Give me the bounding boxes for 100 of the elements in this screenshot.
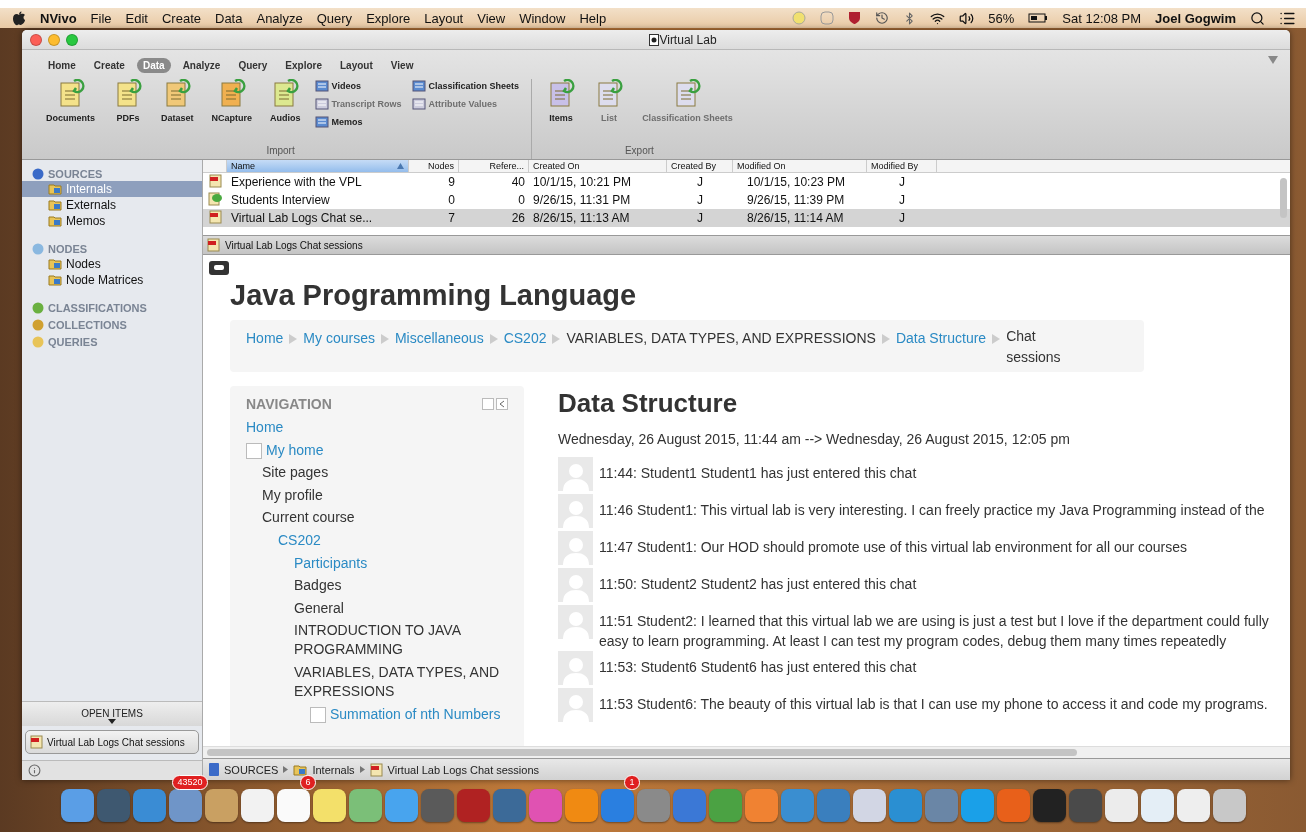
dock-app-icon[interactable]: [1032, 788, 1066, 822]
open-item-button[interactable]: Virtual Lab Logs Chat sessions: [25, 730, 199, 754]
dock-app-icon[interactable]: [204, 788, 238, 822]
ribbon-button[interactable]: PDFs: [109, 79, 147, 145]
dock-app-icon[interactable]: [1176, 788, 1210, 822]
menu-item[interactable]: View: [477, 10, 506, 26]
dock-app-icon[interactable]: [348, 788, 382, 822]
history-icon[interactable]: [875, 11, 890, 25]
volume-icon[interactable]: [959, 10, 975, 26]
nav-link[interactable]: Summation of nth Numbers: [330, 704, 501, 724]
column-header[interactable]: Created On: [529, 160, 667, 172]
zoom-button[interactable]: [66, 33, 78, 46]
dock-app-icon[interactable]: [276, 788, 310, 822]
folder-icon: [48, 258, 62, 270]
ribbon-tab[interactable]: Explore: [279, 58, 328, 73]
breadcrumb-link[interactable]: My courses: [303, 326, 375, 346]
dock-app-icon[interactable]: [240, 788, 274, 822]
menu-item[interactable]: Query: [316, 10, 353, 26]
status-square-icon[interactable]: [820, 11, 835, 25]
nav-link[interactable]: CS202: [278, 530, 321, 550]
dock-app-icon[interactable]: [168, 788, 202, 822]
app-menu[interactable]: NVivo: [40, 10, 77, 26]
menu-item[interactable]: Layout: [424, 10, 464, 26]
menu-item[interactable]: Window: [519, 10, 566, 26]
ribbon-tab[interactable]: Query: [232, 58, 274, 73]
folder-icon: [48, 215, 62, 227]
search-icon[interactable]: [1250, 10, 1265, 26]
scrollbar-thumb[interactable]: [207, 749, 1077, 756]
ribbon-button[interactable]: Dataset: [157, 79, 198, 145]
menu-item[interactable]: Analyze: [256, 10, 303, 26]
status-circle-icon[interactable]: [792, 11, 807, 25]
menu-item[interactable]: Help: [579, 10, 607, 26]
small-sheet-icon: [314, 79, 329, 93]
column-header[interactable]: Created By: [667, 160, 733, 172]
ribbon-button[interactable]: Documents: [42, 79, 99, 145]
path-item[interactable]: Internals: [312, 763, 355, 776]
path-item[interactable]: Virtual Lab Logs Chat sessions: [387, 763, 540, 776]
open-items-header[interactable]: OPEN ITEMS: [81, 708, 143, 719]
menu-item[interactable]: File: [90, 10, 112, 26]
minimize-button[interactable]: [48, 33, 60, 46]
wifi-icon[interactable]: [930, 10, 946, 26]
menu-item[interactable]: Edit: [125, 10, 148, 26]
annotation-icon[interactable]: [209, 261, 229, 275]
table-row[interactable]: Students Interview 0 0 9/26/15, 11:31 PM J 9/26/15, 11:39 PM J: [203, 191, 1290, 209]
close-button[interactable]: [30, 33, 42, 46]
breadcrumb-link[interactable]: Data Structure: [895, 326, 987, 346]
ribbon-tab[interactable]: Layout: [334, 58, 379, 73]
sidebar-item[interactable]: Node Matrices: [22, 272, 202, 288]
dock-app-icon[interactable]: [852, 788, 886, 822]
sidebar-item[interactable]: Externals: [22, 197, 202, 213]
nav-link[interactable]: My home: [266, 440, 324, 460]
dock-app-icon[interactable]: [1104, 788, 1138, 822]
table-cell-text: Students Interview: [230, 193, 331, 207]
ribbon-tab[interactable]: Home: [42, 58, 82, 73]
dock-app-icon[interactable]: [312, 788, 346, 822]
nav-link[interactable]: Home: [246, 418, 284, 437]
dock-app-icon[interactable]: [1212, 788, 1246, 822]
ribbon-button[interactable]: Classification Sheets: [411, 79, 520, 93]
ribbon-tab[interactable]: View: [384, 58, 420, 73]
column-header[interactable]: Modified By: [867, 160, 937, 172]
user-name[interactable]: Joel Gogwim: [1155, 10, 1236, 26]
breadcrumb-link[interactable]: Miscellaneous: [394, 326, 484, 346]
nav-link[interactable]: Participants: [294, 553, 368, 573]
chat-message: 11:50: Student2 Student2 has just entered this chat: [599, 575, 917, 594]
table-row[interactable]: Experience with the VPL 9 40 10/1/15, 10:21 PM J 10/1/15, 10:23 PM J: [203, 173, 1290, 191]
sidebar-item[interactable]: Nodes: [22, 256, 202, 272]
dock-app-icon[interactable]: [1140, 788, 1174, 822]
ribbon-tab[interactable]: Analyze: [176, 58, 227, 73]
dock-app-icon[interactable]: [60, 788, 94, 822]
apple-logo-icon[interactable]: [12, 10, 26, 26]
ribbon-tab[interactable]: Create: [87, 58, 131, 73]
breadcrumb-link[interactable]: Home: [246, 326, 284, 346]
dock-panel-icon[interactable]: [482, 398, 508, 410]
ribbon-button[interactable]: Videos: [314, 79, 402, 93]
document-icon: [649, 33, 660, 46]
breadcrumb-link[interactable]: CS202: [503, 326, 547, 346]
shield-icon[interactable]: [848, 11, 862, 25]
column-header[interactable]: Nodes: [409, 160, 459, 172]
ribbon-button[interactable]: Audios: [266, 79, 305, 145]
menu-item[interactable]: Data: [215, 10, 243, 26]
path-item[interactable]: SOURCES: [224, 763, 279, 776]
column-header[interactable]: Modified On: [733, 160, 867, 172]
ribbon-button[interactable]: Items: [542, 79, 581, 145]
column-header[interactable]: Refere...: [459, 160, 529, 172]
info-icon[interactable]: [28, 764, 41, 777]
menu-clock[interactable]: Sat 12:08 PM: [1062, 10, 1142, 26]
ribbon-button[interactable]: Memos: [314, 115, 402, 129]
menu-item[interactable]: Create: [161, 10, 201, 26]
dropdown-triangle-icon[interactable]: [108, 719, 116, 724]
table-cell-text: 8/26/15, 11:13 AM: [532, 211, 631, 225]
table-cell-text: 8/26/15, 11:14 AM: [746, 211, 845, 225]
menu-item[interactable]: Explore: [366, 10, 411, 26]
table-row[interactable]: Virtual Lab Logs Chat se... 7 26 8/26/15, 11:13 AM J 8/26/15, 11:14 AM J: [203, 209, 1290, 227]
battery-icon[interactable]: [1028, 13, 1049, 23]
scrollbar-thumb[interactable]: [1280, 178, 1287, 218]
collapse-ribbon-icon[interactable]: [1268, 56, 1278, 64]
column-header[interactable]: Name: [227, 160, 409, 172]
ribbon-button[interactable]: NCapture: [207, 79, 257, 145]
sidebar-item[interactable]: Memos: [22, 213, 202, 229]
path-arrow-icon: [283, 766, 289, 773]
